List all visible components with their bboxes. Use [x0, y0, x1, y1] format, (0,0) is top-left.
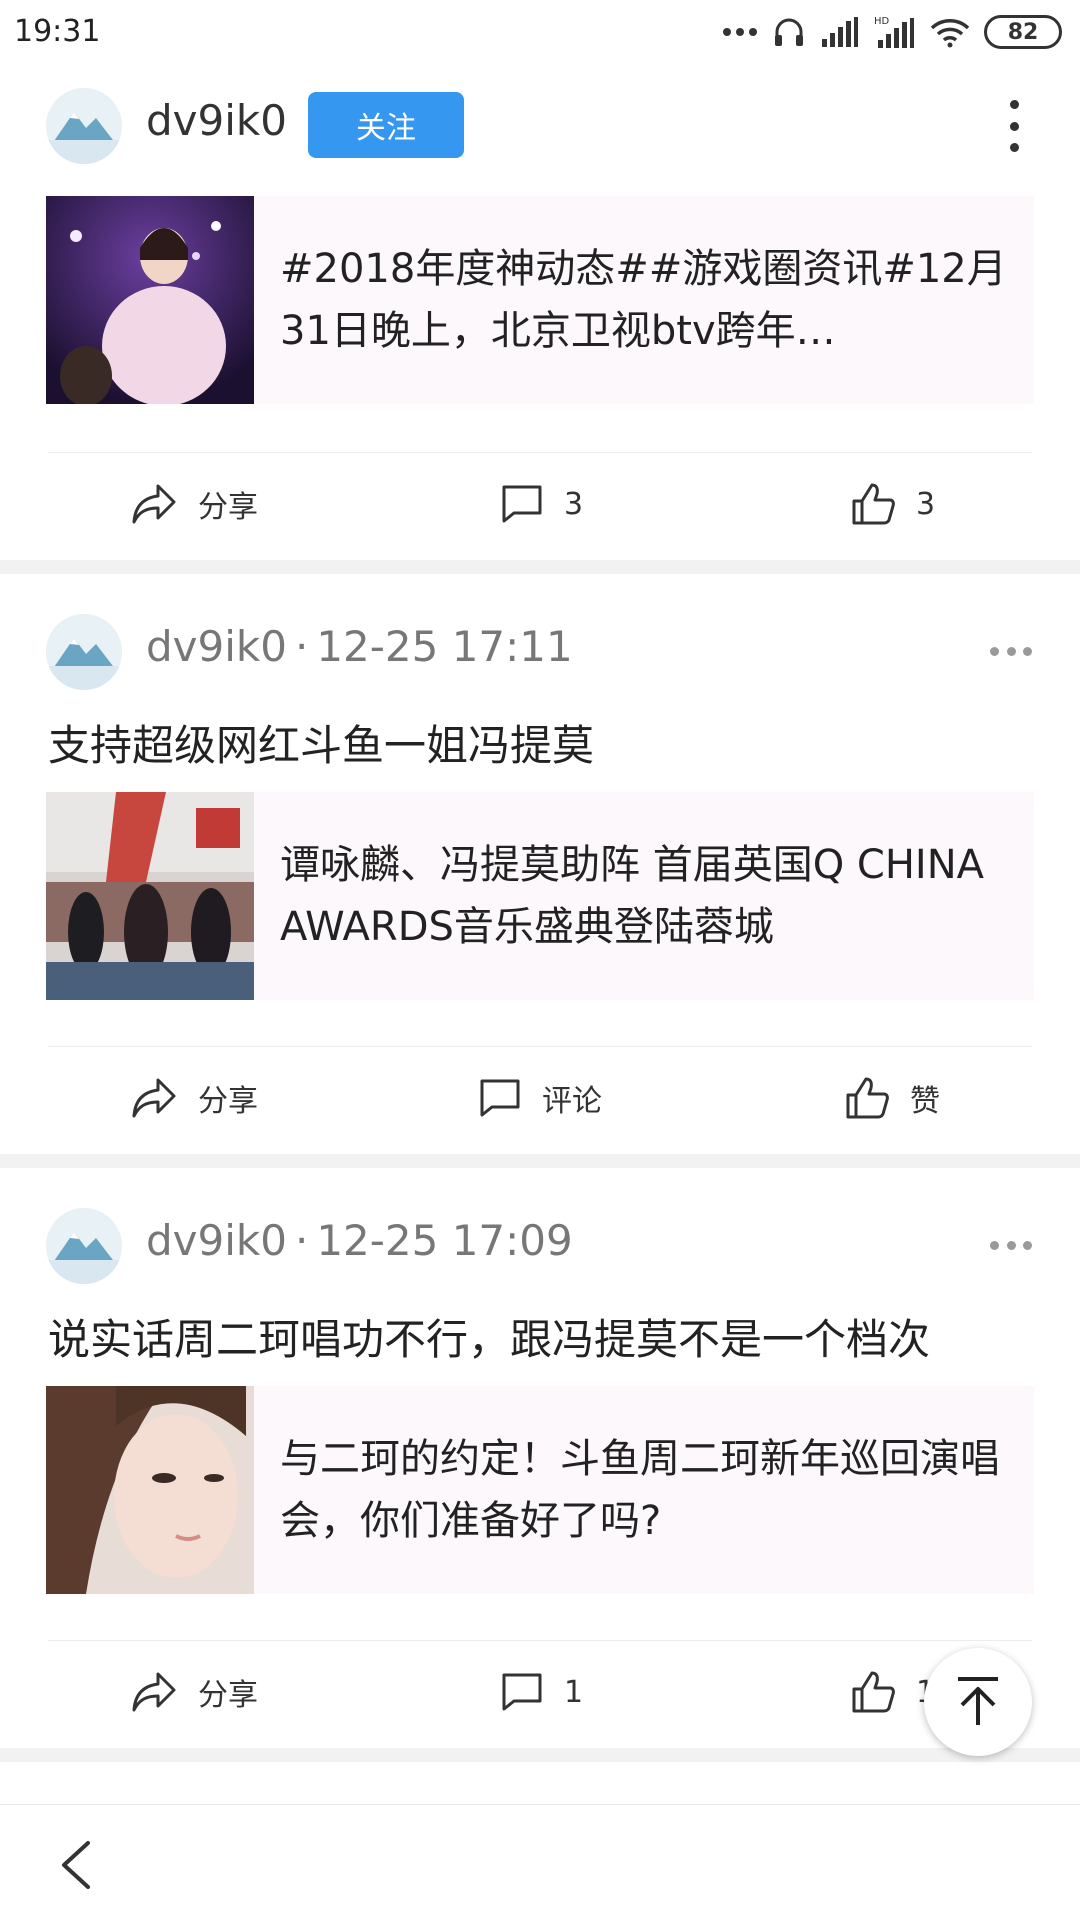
scroll-to-top-button[interactable] [924, 1648, 1032, 1756]
comment-icon [502, 485, 542, 523]
post-1: #2018年度神动态##游戏圈资讯#12月31日晚上，北京卫视btv跨年… 分享… [0, 186, 1080, 560]
share-button[interactable]: 分享 [130, 454, 258, 554]
like-icon [852, 1671, 895, 1713]
share-icon [132, 484, 176, 524]
more-notifications-icon [723, 28, 757, 36]
signal-hd-icon: HD [874, 16, 914, 48]
battery-indicator: 82 [984, 15, 1062, 49]
svg-text:HD: HD [874, 16, 890, 27]
post-link-card[interactable]: #2018年度神动态##游戏圈资讯#12月31日晚上，北京卫视btv跨年… [46, 196, 1034, 404]
card-thumbnail [46, 792, 254, 1000]
like-label: 赞 [910, 1084, 940, 1119]
profile-header: dv9ik0 关注 [0, 66, 1080, 187]
arrow-up-icon [958, 1677, 998, 1725]
divider [48, 452, 1032, 453]
header-username[interactable]: dv9ik0 [146, 96, 287, 145]
status-time: 19:31 [14, 14, 101, 49]
card-text: 谭咏麟、冯提莫助阵 首届英国Q CHINA AWARDS音乐盛典登陆蓉城 [280, 842, 985, 950]
more-options-icon[interactable] [1004, 100, 1024, 152]
like-button[interactable]: 赞 [844, 1048, 940, 1148]
like-icon [852, 483, 895, 525]
feed-separator [0, 1748, 1080, 1762]
post-username[interactable]: dv9ik0 [146, 622, 287, 671]
signal-icon [822, 17, 858, 47]
share-button[interactable]: 分享 [130, 1642, 258, 1742]
post-text: 支持超级网红斗鱼一姐冯提莫 [48, 721, 595, 770]
like-button[interactable]: 3 [850, 454, 935, 554]
like-count: 3 [916, 486, 936, 522]
post-link-card[interactable]: 与二珂的约定！斗鱼周二珂新年巡回演唱会，你们准备好了吗? [46, 1386, 1034, 1594]
avatar[interactable] [46, 1208, 122, 1284]
card-thumbnail [46, 1386, 254, 1594]
comment-icon [480, 1079, 520, 1117]
post-3: dv9ik0 · 12-25 17:09 说实话周二珂唱功不行，跟冯提莫不是一个档次… [0, 1168, 1080, 1748]
post-actions: 分享 3 3 [0, 454, 1080, 554]
bottom-navigation [0, 1804, 1080, 1921]
comment-button[interactable]: 1 [500, 1642, 583, 1742]
post-meta: dv9ik0 · 12-25 17:11 [146, 622, 573, 671]
share-label: 分享 [198, 1678, 258, 1713]
avatar-mountain-image [46, 1208, 122, 1284]
post-link-card[interactable]: 谭咏麟、冯提莫助阵 首届英国Q CHINA AWARDS音乐盛典登陆蓉城 [46, 792, 1034, 1000]
comment-button[interactable]: 评论 [478, 1048, 602, 1148]
share-button[interactable]: 分享 [130, 1048, 258, 1148]
avatar[interactable] [46, 88, 122, 164]
feed-separator [0, 560, 1080, 574]
post-timestamp: 12-25 17:11 [316, 622, 573, 671]
post-meta: dv9ik0 · 12-25 17:09 [146, 1216, 573, 1265]
share-icon [132, 1672, 176, 1712]
share-icon [132, 1078, 176, 1118]
post-2: dv9ik0 · 12-25 17:11 支持超级网红斗鱼一姐冯提莫 谭咏麟、冯提莫… [0, 574, 1080, 1154]
comment-icon [502, 1673, 542, 1711]
like-button[interactable]: 1 [850, 1642, 935, 1742]
divider [48, 1046, 1032, 1047]
status-bar: 19:31 HD 82 [0, 0, 1080, 66]
more-options-icon[interactable] [990, 1241, 1032, 1251]
headphones-icon [775, 18, 803, 46]
post-timestamp: 12-25 17:09 [316, 1216, 573, 1265]
avatar[interactable] [46, 614, 122, 690]
share-label: 分享 [198, 490, 258, 525]
comment-count: 3 [564, 486, 584, 522]
avatar-mountain-image [46, 88, 122, 164]
divider [48, 1640, 1032, 1641]
like-icon [846, 1077, 889, 1119]
meta-separator: · [294, 1216, 309, 1265]
post-username[interactable]: dv9ik0 [146, 1216, 287, 1265]
card-text: #2018年度神动态##游戏圈资讯#12月31日晚上，北京卫视btv跨年… [280, 246, 1007, 354]
feed-separator [0, 1154, 1080, 1168]
comment-label: 评论 [542, 1084, 602, 1119]
card-thumbnail [46, 196, 254, 404]
status-icons: HD 82 [722, 12, 1062, 52]
back-icon[interactable] [58, 1839, 94, 1891]
comment-count: 1 [564, 1674, 584, 1710]
follow-button[interactable]: 关注 [308, 92, 464, 158]
comment-button[interactable]: 3 [500, 454, 583, 554]
post-text: 说实话周二珂唱功不行，跟冯提莫不是一个档次 [48, 1315, 931, 1364]
share-label: 分享 [198, 1084, 258, 1119]
more-options-icon[interactable] [990, 647, 1032, 657]
battery-level: 82 [1007, 19, 1039, 45]
card-text: 与二珂的约定！斗鱼周二珂新年巡回演唱会，你们准备好了吗? [280, 1436, 1000, 1544]
avatar-mountain-image [46, 614, 122, 690]
wifi-icon [930, 19, 970, 48]
post-actions: 分享 评论 赞 [0, 1048, 1080, 1148]
post-actions: 分享 1 1 [0, 1642, 1080, 1742]
meta-separator: · [294, 622, 309, 671]
